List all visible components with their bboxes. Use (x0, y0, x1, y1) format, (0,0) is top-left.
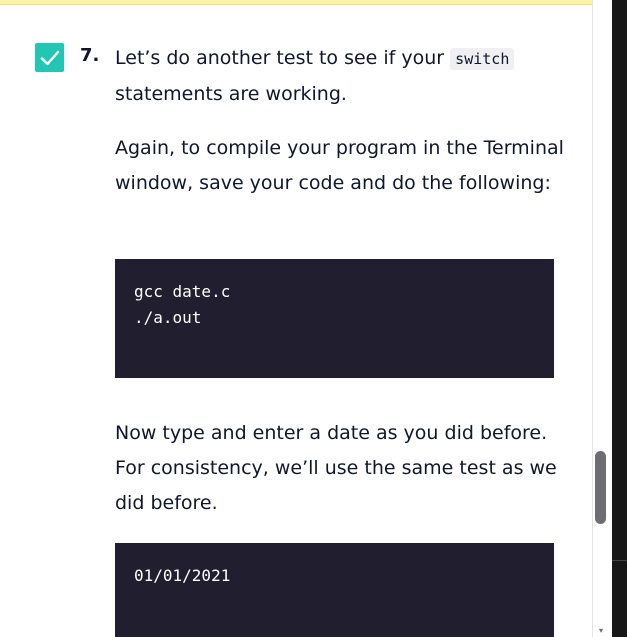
intro-text-after-code: statements are working. (115, 83, 347, 105)
switch-inline-code: switch (450, 48, 515, 70)
intro-paragraph: Let’s do another test to see if your swi… (115, 41, 565, 112)
intro-text-before-code: Let’s do another test to see if your (115, 47, 451, 69)
right-edge-divider (612, 560, 627, 561)
lesson-content: 7. Let’s do another test to see if your … (0, 0, 592, 637)
checkmark-icon (40, 50, 59, 65)
date-input-code-block: 01/01/2021 (115, 543, 554, 637)
enter-date-instructions: Now type and enter a date as you did bef… (115, 422, 557, 514)
compile-code-block: gcc date.c ./a.out (115, 259, 554, 378)
date-input-code-line: 01/01/2021 (134, 566, 231, 585)
down-arrow-icon[interactable]: ▾ (596, 627, 606, 635)
step-number: 7. (80, 45, 100, 66)
vertical-scrollbar[interactable] (592, 0, 613, 637)
scrollbar-thumb[interactable] (595, 451, 606, 524)
compile-code-line-1: gcc date.c (134, 282, 231, 301)
compile-code-line-2: ./a.out (134, 308, 202, 327)
right-window-edge (612, 0, 627, 637)
step-completion-checkbox[interactable] (35, 43, 64, 72)
compile-instructions: Again, to compile your program in the Te… (115, 137, 564, 194)
